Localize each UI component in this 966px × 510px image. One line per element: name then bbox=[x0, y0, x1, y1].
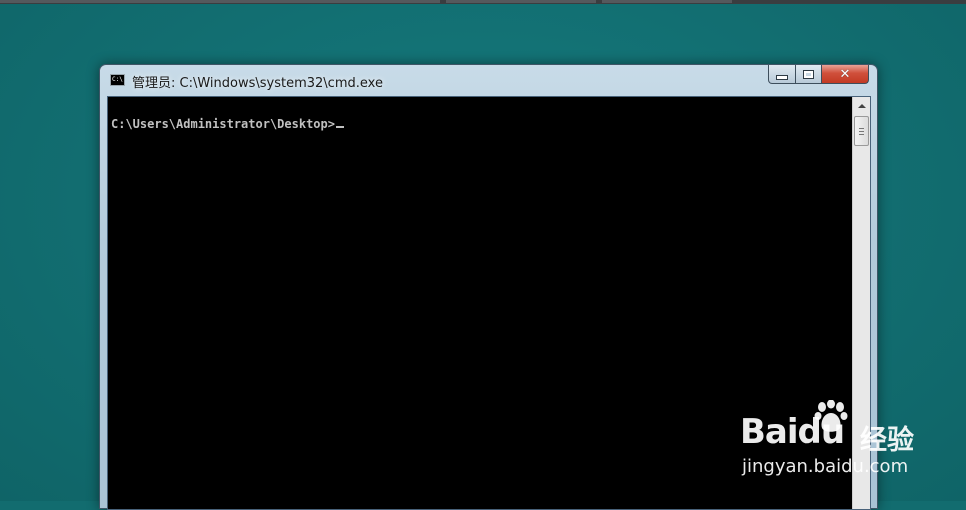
text-cursor bbox=[335, 126, 344, 128]
minimize-icon bbox=[776, 74, 788, 80]
window-title: 管理员: C:\Windows\system32\cmd.exe bbox=[132, 76, 383, 91]
close-icon: ✕ bbox=[839, 66, 851, 82]
maximize-button[interactable] bbox=[796, 65, 822, 84]
scroll-up-button[interactable] bbox=[853, 97, 870, 114]
baidu-watermark: Baidu 经验 jingyan.baidu.com bbox=[740, 400, 940, 480]
console-prompt: C:\Users\Administrator\Desktop> bbox=[111, 117, 335, 131]
arrow-up-icon bbox=[857, 103, 866, 108]
window-titlebar[interactable]: C:\ 管理员: C:\Windows\system32\cmd.exe ✕ bbox=[100, 65, 877, 96]
watermark-url: jingyan.baidu.com bbox=[742, 456, 909, 477]
cmd-icon[interactable]: C:\ bbox=[110, 74, 125, 86]
maximize-icon bbox=[803, 69, 814, 79]
scroll-thumb[interactable] bbox=[854, 116, 869, 146]
window-controls: ✕ bbox=[768, 65, 869, 85]
grip-line bbox=[859, 131, 864, 132]
taskbar-edge bbox=[0, 0, 966, 4]
minimize-button[interactable] bbox=[768, 65, 796, 84]
paw-icon bbox=[814, 400, 848, 432]
close-button[interactable]: ✕ bbox=[822, 65, 869, 84]
watermark-cn: 经验 bbox=[860, 425, 914, 456]
grip-line bbox=[859, 128, 864, 129]
grip-line bbox=[859, 134, 864, 135]
